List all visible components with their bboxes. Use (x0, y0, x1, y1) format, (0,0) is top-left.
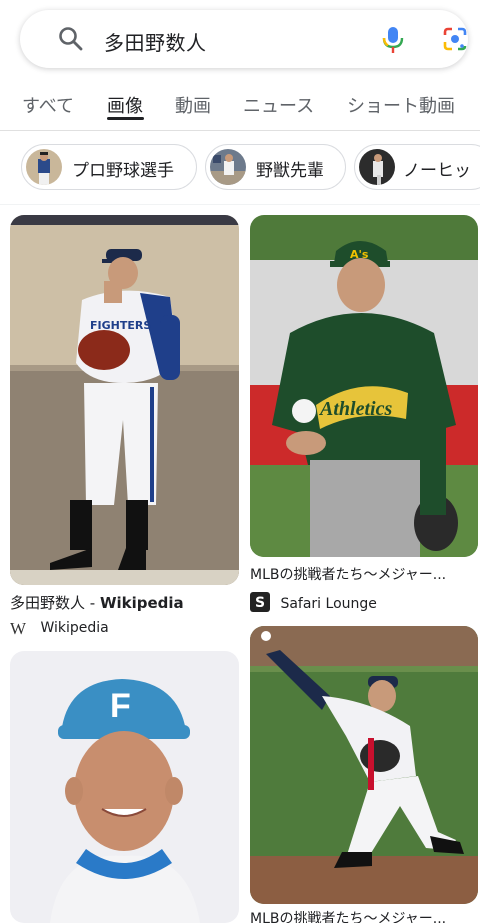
svg-text:Athletics: Athletics (318, 398, 392, 420)
active-tab-indicator (107, 117, 144, 120)
search-input[interactable]: 多田野数人 (104, 27, 207, 56)
chip-thumbnail (26, 149, 62, 185)
microphone-icon[interactable] (382, 26, 404, 54)
result-image-pitching-action[interactable] (250, 626, 478, 904)
svg-text:S: S (255, 595, 265, 611)
result-image-fighters-coach[interactable]: F (10, 651, 239, 923)
result-title[interactable]: 多田野数人 - Wikipedia (10, 592, 184, 613)
search-tabs: すべて 画像 動画 ニュース ショート動画 (0, 84, 480, 124)
result-image-athletics-pitcher[interactable]: A's Athletics (250, 215, 478, 557)
result-source[interactable]: W Wikipedia (10, 616, 109, 638)
chip-label: プロ野球選手 (72, 161, 174, 181)
tabs-divider (0, 130, 480, 131)
result-source[interactable]: S Safari Lounge (250, 588, 377, 612)
chip-no-hitter[interactable]: ノーヒッ (354, 144, 480, 190)
wikipedia-logo-icon: W (10, 619, 27, 638)
result-image-fighters-pitcher[interactable]: FIGHTERS (10, 215, 239, 585)
chips-divider (0, 204, 480, 205)
pitching-photo (250, 626, 478, 904)
pitcher-photo: FIGHTERS (10, 215, 239, 585)
tab-videos[interactable]: 動画 (175, 92, 211, 118)
chip-label: 野獣先輩 (256, 161, 324, 181)
result-title[interactable]: MLBの挑戦者たち〜メジャー... (250, 564, 446, 584)
chip-label: ノーヒッ (403, 161, 471, 181)
svg-text:W: W (10, 620, 27, 636)
search-bar[interactable]: 多田野数人 (20, 10, 468, 68)
chip-yajuu-senpai[interactable]: 野獣先輩 (205, 144, 346, 190)
chip-pro-baseball-player[interactable]: プロ野球選手 (21, 144, 197, 190)
chip-thumbnail (210, 149, 246, 185)
result-title[interactable]: MLBの挑戦者たち〜メジャー... (250, 908, 446, 923)
tab-news[interactable]: ニュース (243, 92, 314, 118)
google-lens-icon[interactable] (442, 26, 468, 52)
chip-thumbnail (359, 149, 395, 185)
tab-all[interactable]: すべて (22, 92, 74, 118)
svg-text:FIGHTERS: FIGHTERS (90, 319, 151, 332)
tab-short-videos[interactable]: ショート動画 (347, 92, 455, 118)
athletics-photo: A's Athletics (250, 215, 478, 557)
coach-photo: F (10, 651, 239, 923)
tab-images[interactable]: 画像 (107, 92, 143, 118)
search-icon[interactable] (58, 26, 84, 52)
safari-lounge-logo-icon: S (250, 592, 270, 612)
svg-text:F: F (110, 687, 131, 725)
